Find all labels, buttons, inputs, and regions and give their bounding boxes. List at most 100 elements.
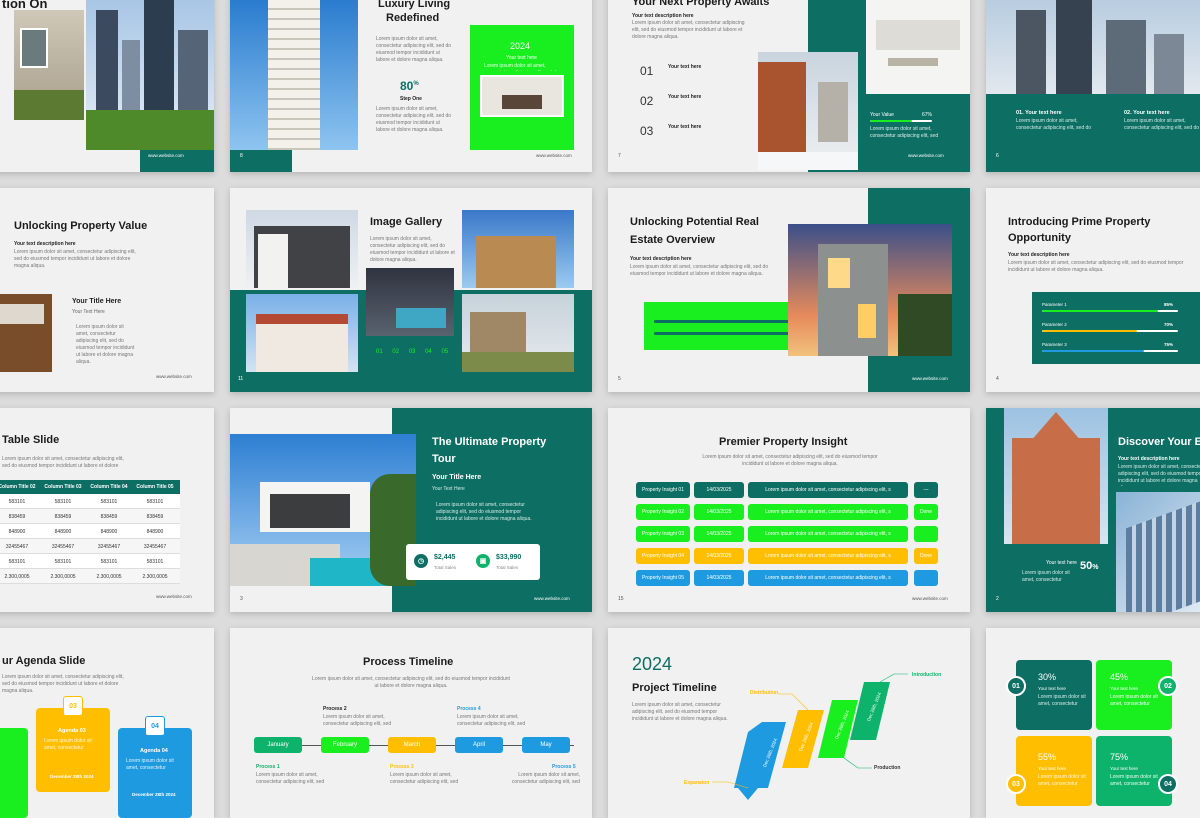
puzzle-number: 04	[1158, 774, 1178, 794]
table-cell: 583101	[54, 499, 72, 505]
slide-r4c1[interactable]: ur Agenda Slide Lorem ipsum dolor sit am…	[0, 628, 214, 818]
highlight-card: 2024 Your text here Lorem ipsum dolor si…	[470, 25, 574, 150]
month-pill: January	[254, 737, 302, 753]
param-pct: 75%	[1164, 342, 1174, 347]
bullet-text: Lorem ipsum dolor sit amet, consectetur …	[436, 502, 532, 522]
slide-r1c3[interactable]: Your Next Property Awaits Your text desc…	[608, 0, 970, 172]
gallery-photo-1[interactable]	[246, 210, 358, 288]
slide-r2c2[interactable]: Image Gallery Lorem ipsum dolor sit amet…	[230, 188, 592, 392]
sub-text: Your Text Here	[432, 486, 465, 492]
page-number: 11	[238, 376, 244, 382]
desc-text: Lorem ipsum dolor sit amet, consectetur …	[632, 20, 745, 40]
gallery-photo-3[interactable]	[246, 294, 358, 372]
website-text: www.website.com	[536, 153, 572, 158]
agenda-date: December 28th 2024	[50, 774, 94, 779]
desc-text: Lorem ipsum dolor sit amet, consectetur …	[2, 456, 124, 469]
page-number: 4	[996, 376, 999, 382]
table-cell: 583101	[146, 559, 164, 565]
month-pill: February	[321, 737, 369, 753]
slide-title: Table Slide	[2, 434, 60, 446]
stats-card: ◷ $2,445 Total Sales ▣ $33,990 Total Sal…	[406, 544, 540, 580]
slide-r1c1[interactable]: tion On www.website.com	[0, 0, 214, 172]
process-label: Process 2	[323, 706, 347, 712]
slide-r4c4[interactable]: 01 02 03 04 30% 45% 55% 75% Your text he…	[986, 628, 1200, 818]
stat-label: Your text here	[1046, 560, 1077, 566]
website-text: www.website.com	[908, 153, 944, 158]
insight-desc: Lorem ipsum dolor sit amet, consectetur …	[748, 504, 908, 520]
sub-text: Your Text Here	[72, 309, 105, 315]
insight-label: Property Insight 05	[636, 570, 690, 586]
slide-r1c2[interactable]: 8 Luxury Living Redefined Lorem ipsum do…	[230, 0, 592, 172]
process-text: Lorem ipsum dolor sit amet, consectetur …	[511, 772, 580, 785]
slide-title: Discover Your E	[1118, 436, 1200, 448]
gallery-photo-2[interactable]	[462, 210, 574, 288]
slide-r1c4[interactable]: 01. Your text here Lorem ipsum dolor sit…	[986, 0, 1200, 172]
table-cell: 838459	[54, 514, 72, 520]
page-number: 7	[618, 153, 621, 159]
value-text: Lorem ipsum dolor sit amet, consectetur …	[870, 126, 939, 139]
step-text: Lorem ipsum dolor sit amet, consectetur …	[376, 106, 452, 133]
desc-text: Lorem ipsum dolor sit amet, consectetur …	[312, 676, 510, 689]
table-cell: 32455467	[51, 544, 75, 550]
month-pill: April	[455, 737, 503, 753]
slide-r2c4[interactable]: Introducing Prime Property Opportunity Y…	[986, 188, 1200, 392]
slide-r3c1[interactable]: Table Slide Lorem ipsum dolor sit amet, …	[0, 408, 214, 612]
table-cell: 583101	[146, 499, 164, 505]
slide-r3c2[interactable]: The Ultimate Property Tour Your Title He…	[230, 408, 592, 612]
photo-house	[14, 10, 84, 120]
insight-desc: Lorem ipsum dolor sit amet, consectetur …	[748, 548, 908, 564]
table-cell: 2.300,0005	[96, 574, 122, 580]
item-label: Your text here	[668, 94, 702, 100]
slide-r4c3[interactable]: 2024 Project Timeline Lorem ipsum dolor …	[608, 628, 970, 818]
page-number: 15	[618, 596, 624, 602]
gallery-photo-5[interactable]	[462, 294, 574, 372]
item-label: Your text here	[668, 64, 702, 70]
progress-track	[654, 320, 798, 323]
photo-street	[758, 52, 858, 170]
param-fill	[1042, 330, 1138, 332]
process-text: Lorem ipsum dolor sit amet, consectetur …	[256, 772, 325, 785]
slide-r2c1[interactable]: Unlocking Property Value Your text descr…	[0, 188, 214, 392]
slide-r3c4[interactable]: Discover Your E Your text description he…	[986, 408, 1200, 612]
page-number: 2	[996, 596, 999, 602]
stat-text: Lorem ipsum dolor sit amet, consectetur …	[1022, 570, 1070, 583]
table-cell: 848900	[146, 529, 164, 535]
insight-desc: Lorem ipsum dolor sit amet, consectetur …	[748, 482, 908, 498]
slide-title-line1: The Ultimate Property	[432, 436, 547, 448]
slide-title-line1: Unlocking Potential Real	[630, 216, 759, 228]
agenda-title: Agenda 03	[58, 728, 86, 734]
puzzle-pct: 75%	[1110, 752, 1129, 762]
desc-text: Lorem ipsum dolor sit amet, consectetur …	[14, 249, 136, 269]
slide-title: Premier Property Insight	[719, 436, 848, 448]
table-cell: 2.300,0005	[4, 574, 30, 580]
param-fill	[1042, 310, 1158, 312]
slide-r3c3[interactable]: Premier Property Insight Lorem ipsum dol…	[608, 408, 970, 612]
gallery-photo-4[interactable]	[366, 268, 454, 336]
table-cell: 583101	[100, 499, 118, 505]
photo-glass-building	[1116, 492, 1200, 612]
puzzle-label: Your text here	[1110, 686, 1138, 691]
insight-date: 14/03/2025	[694, 570, 744, 586]
table-cell: 32455467	[97, 544, 121, 550]
sub-title: Your Title Here	[72, 298, 122, 305]
clock-icon: ◷	[414, 554, 428, 568]
table-cell: 2.300,0005	[50, 574, 76, 580]
slide-title: ur Agenda Slide	[2, 655, 86, 667]
year-label: 2024	[510, 41, 531, 51]
param-fill	[1042, 350, 1144, 352]
table-cell: 848900	[8, 529, 26, 535]
item-1-label: 01. Your text here	[1016, 110, 1062, 116]
agenda-text: Lorem ipsum dolor sit amet, consectetur …	[126, 758, 174, 771]
puzzle-pct: 55%	[1038, 752, 1057, 762]
slide-title: Process Timeline	[363, 656, 454, 668]
desc-text: Lorem ipsum dolor sit amet, consectetur …	[1008, 260, 1184, 273]
table-cell: 32455467	[5, 544, 29, 550]
month-pill: March	[388, 737, 436, 753]
slide-r2c3[interactable]: Unlocking Potential Real Estate Overview…	[608, 188, 970, 392]
table-cell: 583101	[8, 559, 26, 565]
website-text: www.website.com	[912, 376, 948, 381]
agenda-date: December 28th 2024	[132, 792, 176, 797]
slide-r4c2[interactable]: Process Timeline Lorem ipsum dolor sit a…	[230, 628, 592, 818]
item-number: 02	[640, 94, 654, 108]
timeline-graphic	[712, 673, 908, 800]
